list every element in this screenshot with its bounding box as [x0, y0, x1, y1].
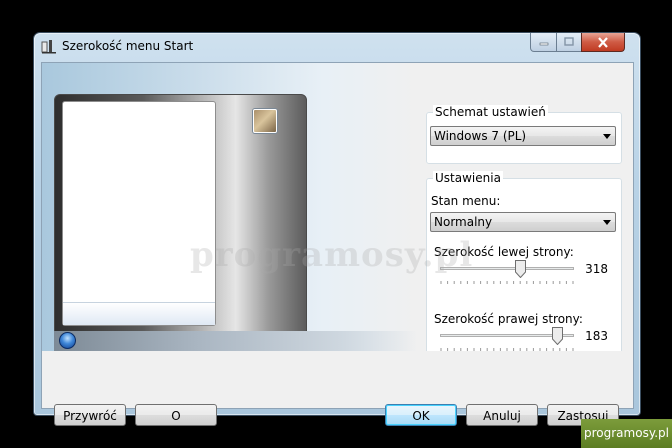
close-icon — [598, 36, 608, 48]
minimize-button[interactable] — [530, 33, 557, 52]
menu-state-label: Stan menu: — [431, 194, 501, 208]
maximize-icon — [564, 37, 574, 46]
client-area: Schemat ustawień Windows 7 (PL) Ustawien… — [41, 62, 634, 443]
button-bar: Przywróć O programie OK Anuluj Zastosuj — [42, 351, 633, 443]
site-badge: programosy.pl — [581, 419, 672, 448]
left-width-slider-thumb[interactable] — [514, 260, 526, 278]
maximize-button[interactable] — [556, 33, 582, 52]
chevron-down-icon — [603, 220, 611, 225]
ok-button[interactable]: OK — [385, 404, 457, 426]
left-width-value: 318 — [585, 262, 608, 276]
start-menu-left-column — [62, 101, 216, 326]
right-width-label: Szerokość prawej strony: — [434, 312, 583, 326]
window-title: Szerokość menu Start — [62, 39, 194, 53]
computer-icon — [41, 38, 57, 54]
left-width-ticks — [440, 281, 574, 284]
about-button[interactable]: O programie — [135, 404, 217, 443]
taskbar — [54, 331, 417, 351]
start-menu-preview — [42, 63, 417, 351]
menu-state-value: Normalny — [434, 215, 493, 229]
schema-group: Schemat ustawień Windows 7 (PL) — [426, 105, 622, 164]
minimize-icon — [539, 42, 548, 46]
right-width-value: 183 — [585, 329, 608, 343]
main-window: Szerokość menu Start Schemat ustawień Wi… — [33, 32, 641, 443]
watermark-text: programosy.pl — [190, 235, 474, 275]
user-picture-icon — [253, 109, 277, 133]
cancel-button[interactable]: Anuluj — [466, 404, 538, 426]
right-width-slider-thumb[interactable] — [552, 327, 564, 345]
schema-legend: Schemat ustawień — [433, 105, 548, 119]
schema-select[interactable]: Windows 7 (PL) — [430, 126, 616, 146]
schema-select-value: Windows 7 (PL) — [434, 129, 527, 143]
start-orb-icon — [59, 332, 76, 349]
close-button[interactable] — [581, 33, 625, 52]
settings-legend: Ustawienia — [433, 171, 503, 185]
title-bar[interactable]: Szerokość menu Start — [34, 33, 640, 60]
start-menu-left-footer — [63, 302, 215, 325]
restore-button[interactable]: Przywróć — [54, 404, 126, 426]
chevron-down-icon — [603, 134, 611, 139]
menu-state-select[interactable]: Normalny — [430, 212, 616, 232]
